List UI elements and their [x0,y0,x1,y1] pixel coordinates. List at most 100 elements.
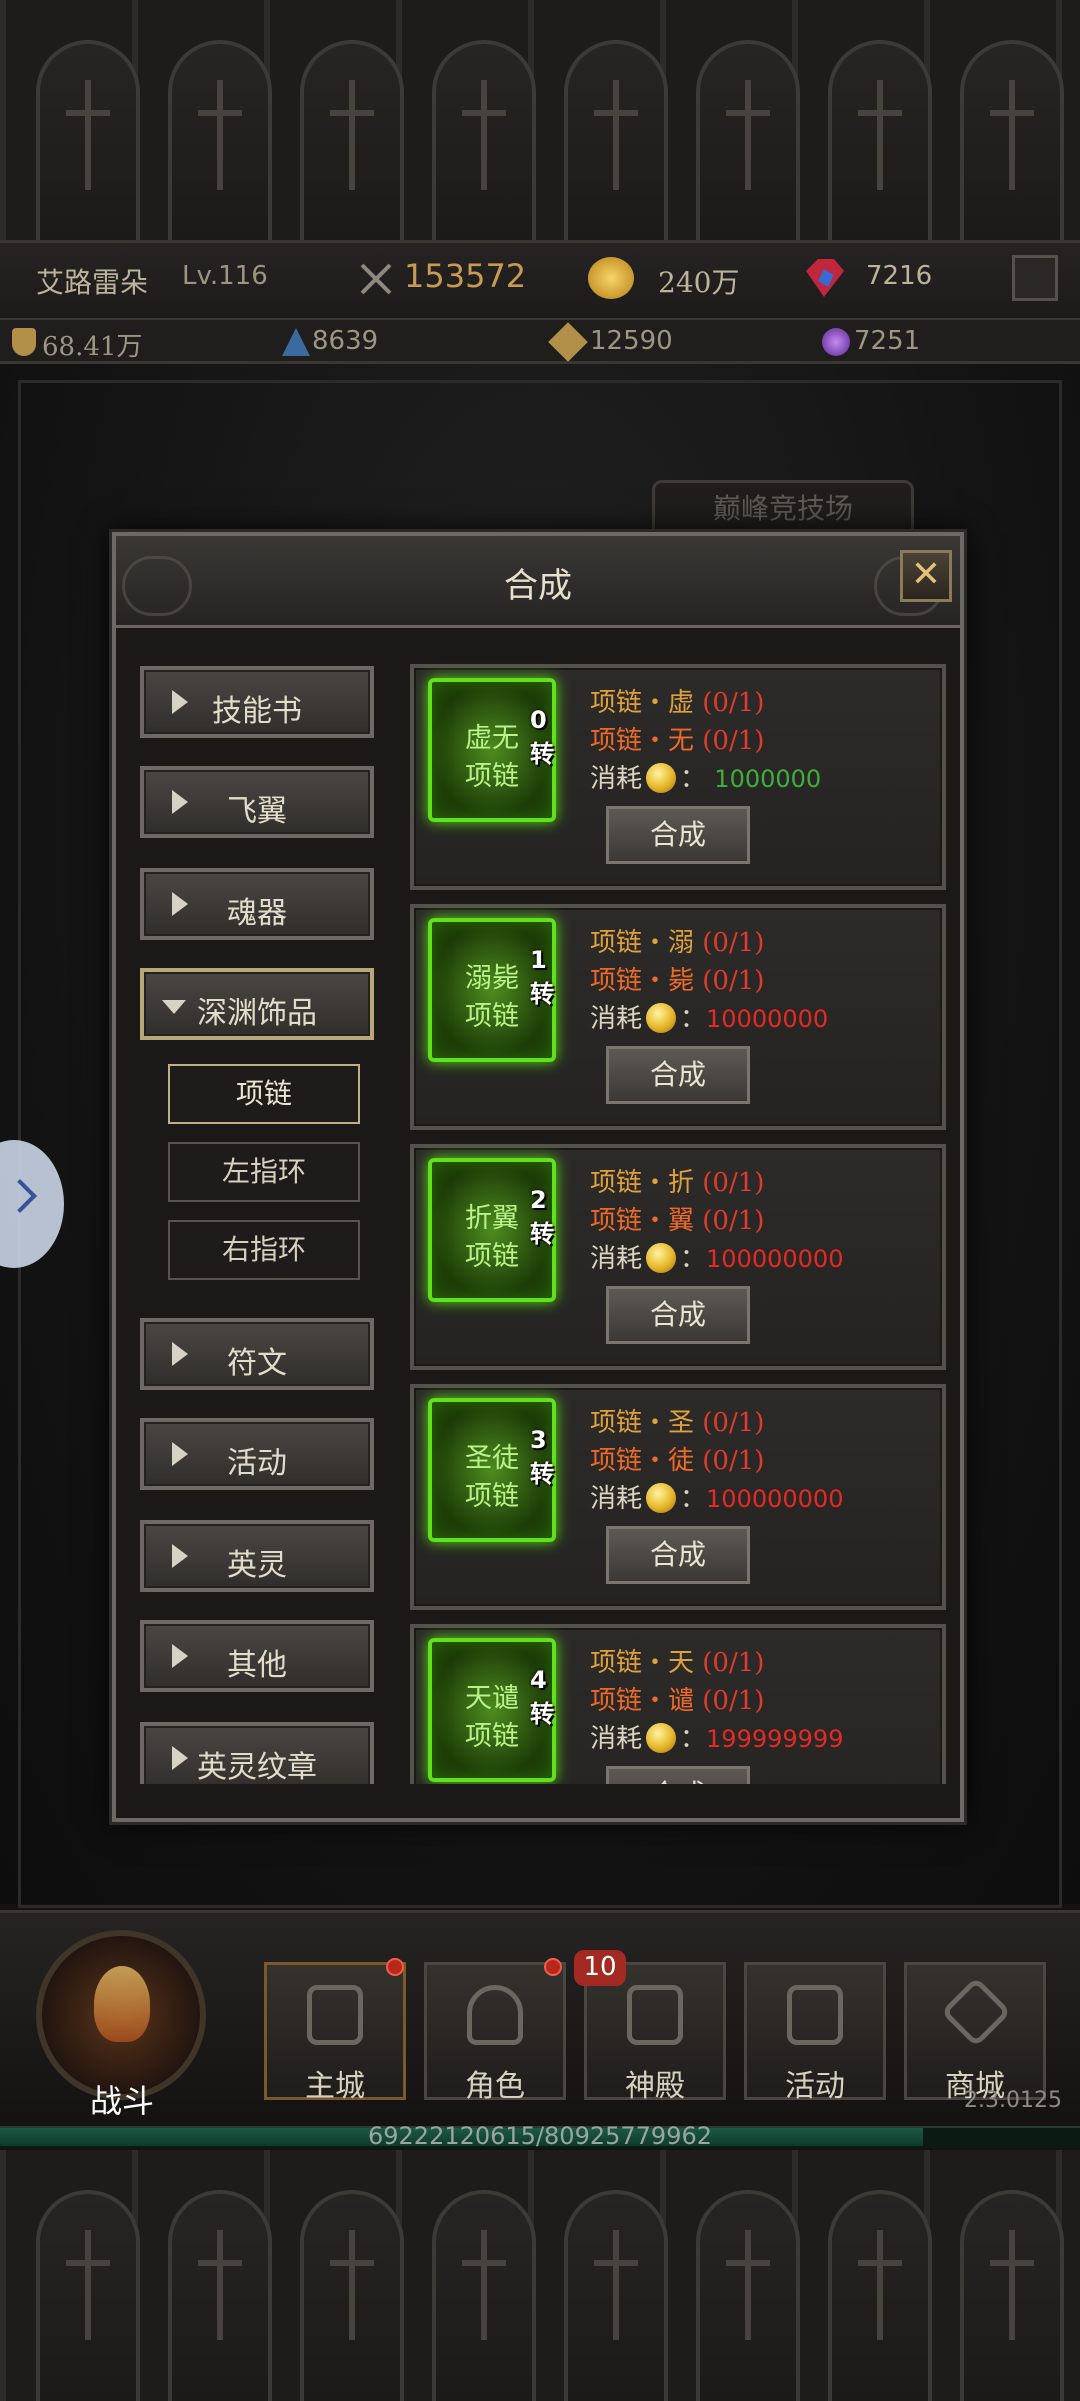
category-skill-book[interactable]: 技能书 [140,666,374,738]
tab-label: 活动 [785,2069,845,2104]
cost-line: 消耗： 1000000 [590,763,822,794]
gold-pile-icon[interactable] [588,257,634,299]
player-level: Lv.116 [182,261,268,291]
requirement-1: 项链・圣 (0/1) [590,1408,765,1438]
craft-button[interactable]: 合成 [606,1766,750,1784]
castle-icon [307,1985,363,2045]
requirement-2: 项链・无 (0/1) [590,726,765,756]
requirement-2: 项链・毙 (0/1) [590,966,765,996]
subcategory-left-ring[interactable]: 左指环 [168,1142,360,1202]
tab-character[interactable]: 角色 [424,1962,566,2104]
gold-coin-icon [646,1723,677,1753]
category-hero-crest[interactable]: 英灵纹章 [140,1722,374,1784]
craft-button[interactable]: 合成 [606,1046,750,1104]
recipe-list[interactable]: 虚无 项链 0转 项链・虚 (0/1) 项链・无 (0/1) 消耗： 10000… [410,662,946,1784]
dialog-title: 合成 [504,566,572,606]
tier-badge: 1转 [530,946,554,1008]
crystal-icon [282,328,310,356]
item-icon-necklace[interactable]: 折翼 项链 2转 [428,1158,556,1302]
category-wings[interactable]: 飞翼 [140,766,374,838]
item-icon-necklace[interactable]: 溺毙 项链 1转 [428,918,556,1062]
gem-icon[interactable] [800,257,848,299]
item-icon-necklace[interactable]: 天谴 项链 4转 [428,1638,556,1782]
tab-events[interactable]: 活动 [744,1962,886,2104]
category-soul-vessel[interactable]: 魂器 [140,868,374,940]
category-hero-spirit[interactable]: 英灵 [140,1520,374,1592]
category-label: 其他 [227,1648,287,1683]
gold-coin-icon [646,1003,677,1033]
cost-value: 1000000 [714,765,822,793]
requirement-1: 项链・折 (0/1) [590,1168,765,1198]
temple-icon [627,1985,683,2045]
subcategory-necklace[interactable]: 项链 [168,1064,360,1124]
tab-main-city[interactable]: 主城 [264,1962,406,2104]
tier-badge: 4转 [530,1666,554,1728]
bottom-decor-band [0,2150,1080,2401]
item-icon-necklace[interactable]: 圣徒 项链 3转 [428,1398,556,1542]
combat-power: 153572 [404,257,527,295]
tier-badge: 0转 [530,706,554,768]
category-label: 符文 [227,1346,287,1381]
tab-label: 角色 [465,2069,525,2104]
subcategory-right-ring[interactable]: 右指环 [168,1220,360,1280]
category-label: 技能书 [212,694,302,729]
experience-bar: 69222120615/80925779962 [0,2122,1080,2150]
arena-sign[interactable]: 巅峰竞技场 [652,480,914,538]
cost-line: 消耗 ：100000000 [590,1243,844,1274]
gem-amount: 7216 [866,261,933,291]
flame-sword-icon [94,1966,150,2042]
recipe-card: 虚无 项链 0转 项链・虚 (0/1) 项链・无 (0/1) 消耗： 10000… [410,664,946,890]
category-label: 飞翼 [227,794,287,829]
cost-value: 10000000 [706,1005,829,1033]
category-other[interactable]: 其他 [140,1620,374,1692]
category-label: 深渊饰品 [197,996,317,1031]
category-event[interactable]: 活动 [140,1418,374,1490]
star-emblem-icon [548,322,588,362]
category-label: 英灵纹章 [197,1750,317,1784]
demon-banner-icon [787,1985,843,2045]
item-icon-necklace[interactable]: 虚无 项链 0转 [428,678,556,822]
cost-line: 消耗 ：100000000 [590,1483,844,1514]
requirement-1: 项链・溺 (0/1) [590,928,765,958]
category-abyss-accessory[interactable]: 深渊饰品 [140,968,374,1040]
top-decor-band [0,0,1080,240]
recipe-card: 折翼 项链 2转 项链・折 (0/1) 项链・翼 (0/1) 消耗 ：100000… [410,1144,946,1370]
chevron-right-icon [3,1179,37,1213]
dialog-header: 合成 ✕ [116,536,960,628]
gold-amount: 240万 [658,266,740,299]
category-rune[interactable]: 符文 [140,1318,374,1390]
diamond-icon [940,1976,1012,2048]
battle-button[interactable]: 战斗 [36,1930,206,2120]
notification-dot [544,1958,562,1976]
category-label: 英灵 [227,1548,287,1583]
notification-dot [386,1958,404,1976]
recipe-card: 溺毙 项链 1转 项链・溺 (0/1) 项链・毙 (0/1) 消耗 ：100000… [410,904,946,1130]
synthesis-dialog: 合成 ✕ 技能书 飞翼 魂器 深渊饰品 项链 左指环 右指环 符文 活动 英灵 … [112,532,964,1822]
tier-badge: 3转 [530,1426,554,1488]
tab-label: 主城 [305,2069,365,2104]
arena-sign-label: 巅峰竞技场 [712,492,853,525]
player-name: 艾路雷朵 [36,266,149,299]
gold-coin-icon [646,763,677,793]
resource-1-value: 68.41万 [42,332,143,362]
craft-button[interactable]: 合成 [606,1526,750,1584]
tier-badge: 2转 [530,1186,554,1248]
player-stat-bar: 艾路雷朵 Lv.116 153572 240万 7216 [0,240,1080,320]
battle-label: 战斗 [89,2082,154,2120]
helmet-icon [467,1985,523,2045]
version-label: 2.3.0125 [964,2088,1062,2113]
trophy-icon [12,328,36,356]
add-currency-icon[interactable] [1012,255,1058,301]
cost-line: 消耗 ：199999999 [590,1723,844,1754]
swords-icon [358,261,394,297]
category-label: 活动 [227,1446,287,1481]
cost-line: 消耗 ：10000000 [590,1003,829,1034]
craft-button[interactable]: 合成 [606,806,750,864]
gold-coin-icon [646,1483,677,1513]
resource-4-value: 7251 [854,326,921,356]
close-button[interactable]: ✕ [900,550,952,602]
tab-shop[interactable]: 商城 [904,1962,1046,2104]
craft-button[interactable]: 合成 [606,1286,750,1344]
resource-2-value: 8639 [312,326,379,356]
requirement-1: 项链・天 (0/1) [590,1648,765,1678]
